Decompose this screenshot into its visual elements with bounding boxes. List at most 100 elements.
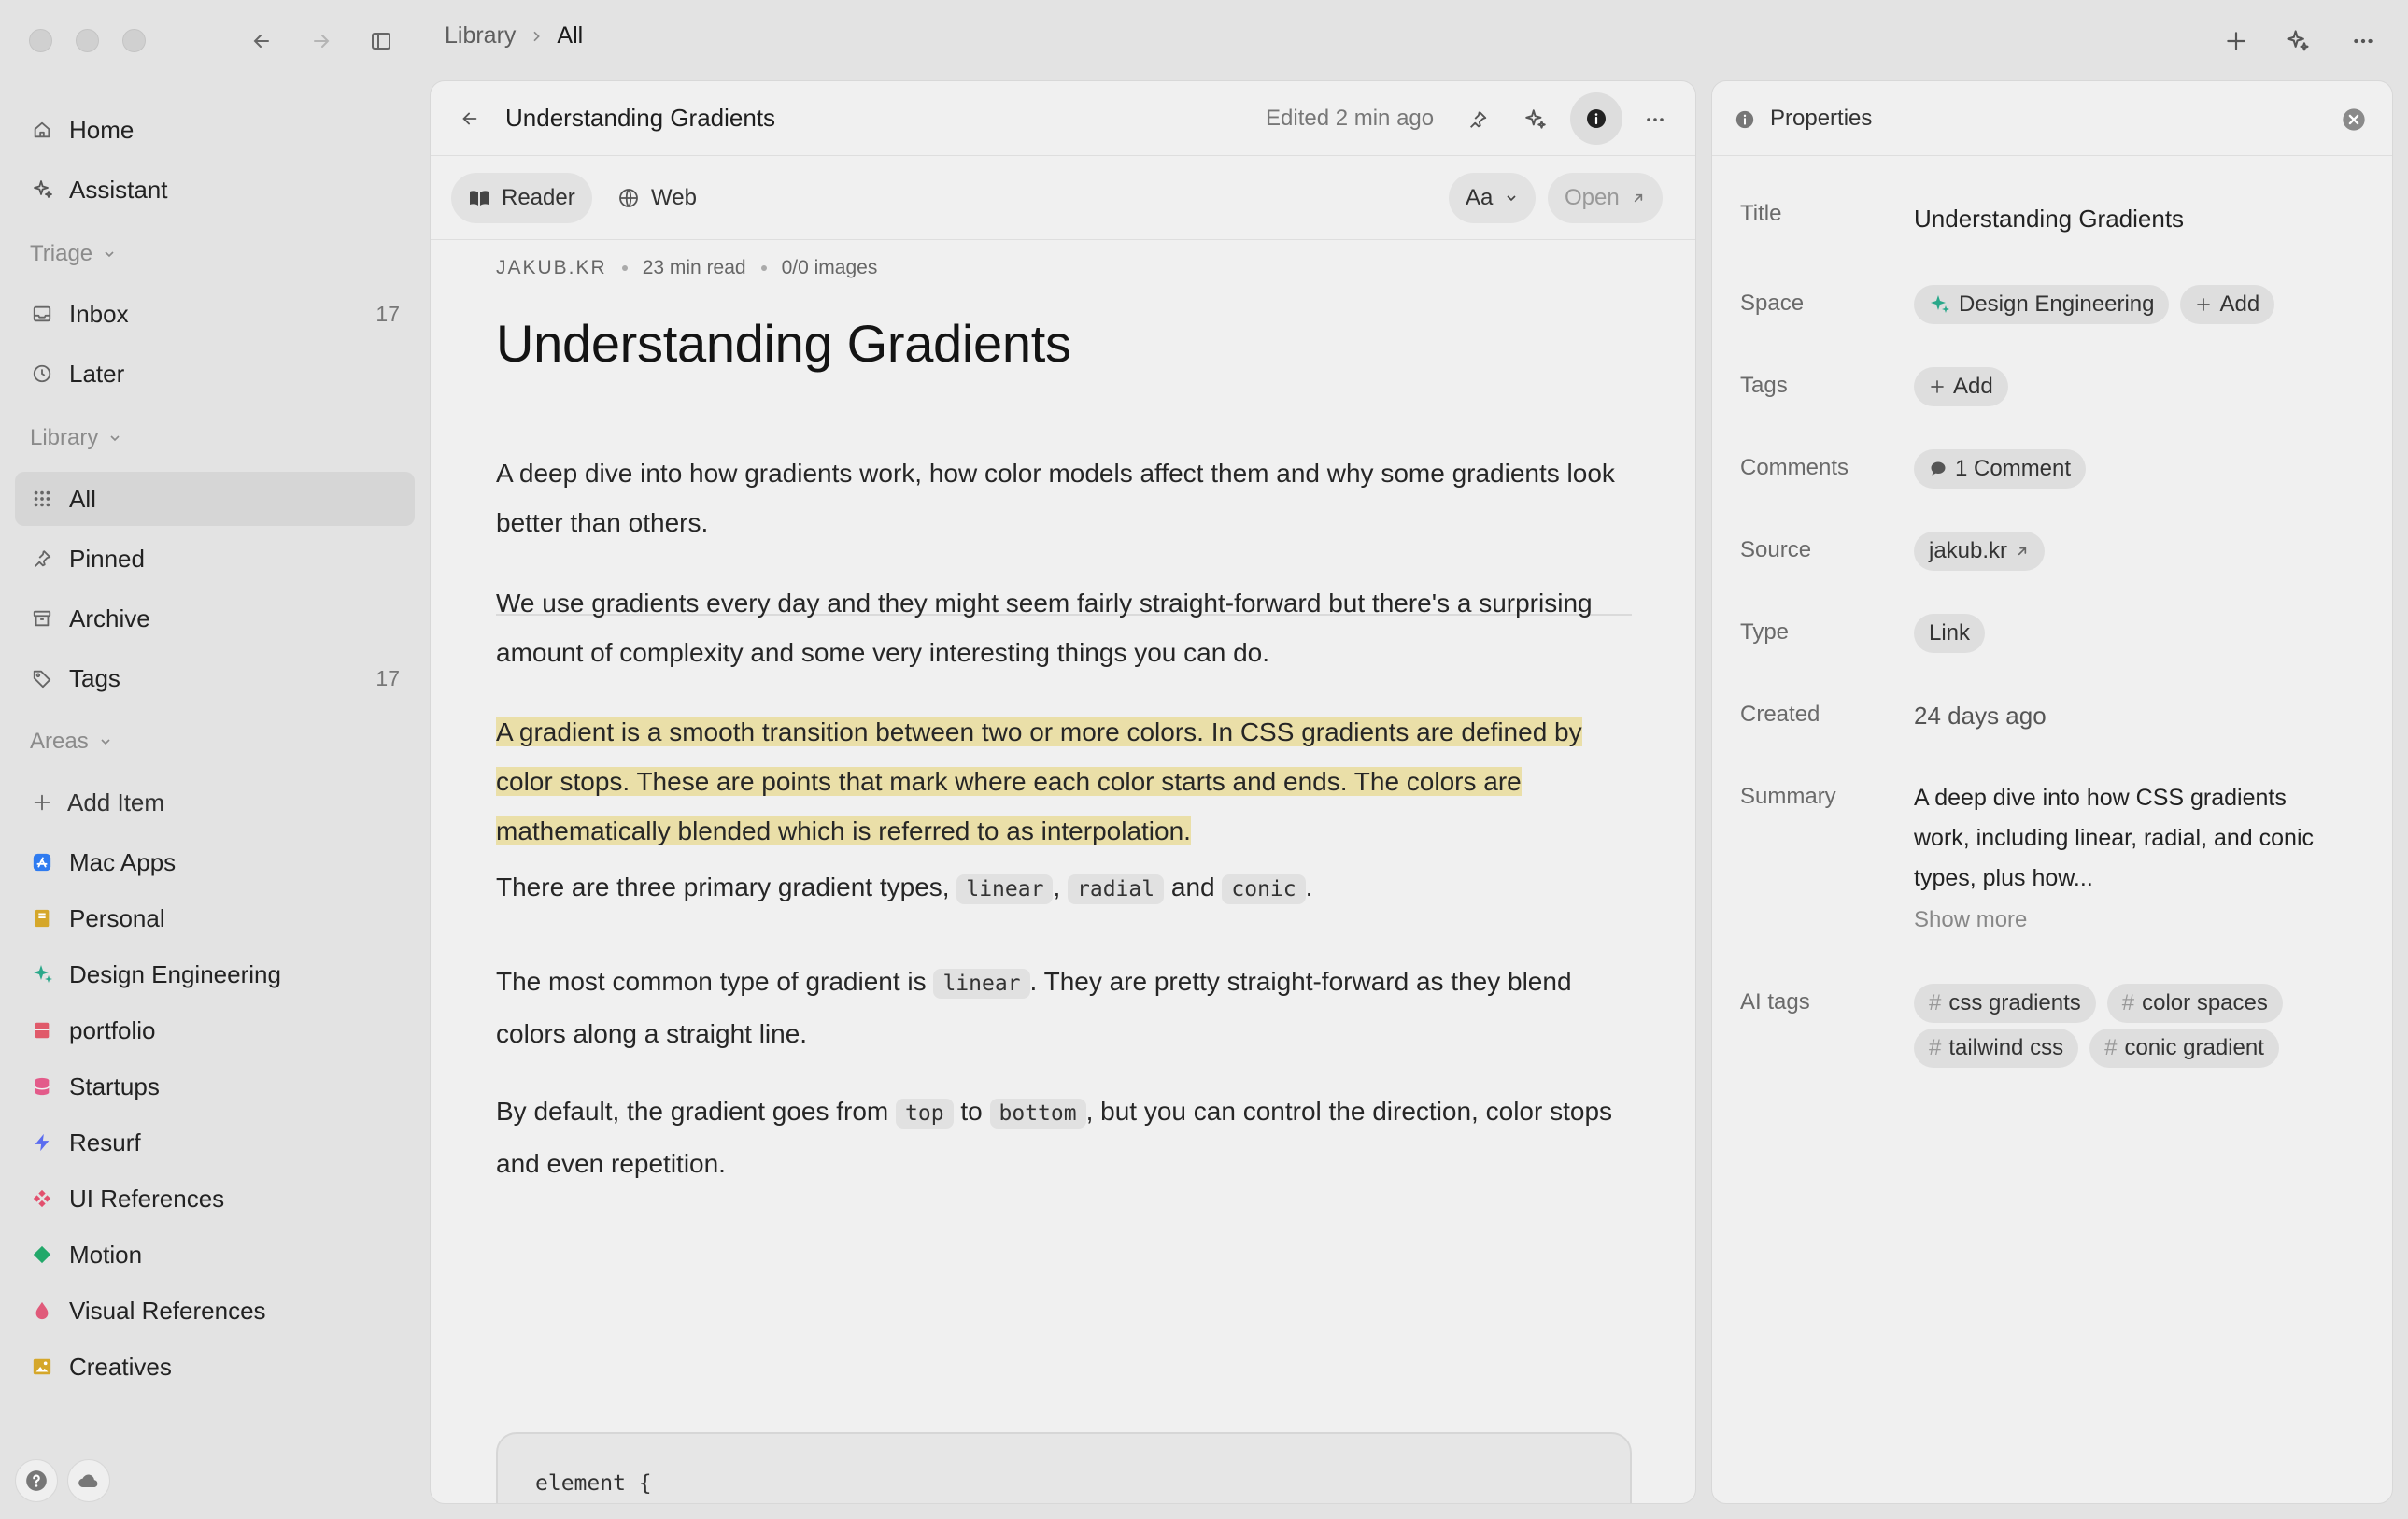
sparkle-icon: [34, 965, 52, 983]
font-settings-button[interactable]: Aa: [1449, 173, 1537, 223]
type-label: Type: [1740, 619, 1790, 645]
plus-icon: [34, 794, 50, 811]
sidebar-area-portfolio[interactable]: portfolio: [15, 1003, 415, 1058]
breadcrumb-all[interactable]: All: [557, 22, 583, 50]
reader-back-button[interactable]: [449, 98, 490, 139]
ai-tag-chip[interactable]: # tailwind css: [1914, 1029, 2079, 1068]
assistant-button[interactable]: [2277, 21, 2318, 62]
sidebar-item-label: Creatives: [69, 1352, 172, 1381]
sidebar-item-pinned[interactable]: Pinned: [15, 532, 415, 586]
sidebar-item-later[interactable]: Later: [15, 347, 415, 401]
code-bottom: bottom: [989, 1099, 1086, 1129]
close-window-button[interactable]: [29, 29, 52, 52]
section-header-triage[interactable]: Triage: [30, 241, 117, 267]
edited-timestamp: Edited 2 min ago: [1266, 106, 1435, 131]
info-toggle-button[interactable]: [1570, 92, 1622, 145]
text: to: [953, 1097, 990, 1126]
minimize-window-button[interactable]: [76, 29, 99, 52]
home-icon: [34, 121, 50, 138]
pin-icon: [1470, 111, 1487, 128]
sidebar-item-tags[interactable]: Tags 17: [15, 651, 415, 705]
forward-button[interactable]: [301, 21, 342, 62]
reader-more-button[interactable]: [1636, 100, 1675, 139]
sidebar-item-label: Mac Apps: [69, 847, 177, 876]
text: There are three primary gradient types,: [496, 873, 957, 901]
ai-tag-chip[interactable]: # conic gradient: [2089, 1029, 2279, 1068]
paragraph-5: The most common type of gradient is line…: [496, 957, 1645, 1058]
sidebar-area-startups[interactable]: Startups: [15, 1059, 415, 1114]
more-options-button[interactable]: [2343, 21, 2384, 62]
sidebar-item-all[interactable]: All: [15, 472, 415, 526]
sidebar-area-design-engineering[interactable]: Design Engineering: [15, 947, 415, 1001]
reader-mode-button[interactable]: Reader: [451, 173, 592, 223]
add-tag-button[interactable]: Add: [1914, 367, 2008, 406]
section-label: Areas: [30, 729, 89, 754]
source-link[interactable]: jakub.kr: [1914, 532, 2046, 571]
help-button[interactable]: [15, 1459, 58, 1502]
text: The most common type of gradient is: [496, 967, 934, 996]
comments-chip[interactable]: 1 Comment: [1914, 449, 2087, 489]
add-item-button[interactable]: Add Item: [15, 775, 415, 830]
pin-icon: [35, 550, 51, 567]
components-icon: [33, 1189, 51, 1208]
sidebar-area-visual-references[interactable]: Visual References: [15, 1284, 415, 1338]
sidebar-area-mac-apps[interactable]: Mac Apps: [15, 835, 415, 889]
title-value[interactable]: Understanding Gradients: [1914, 205, 2184, 234]
close-properties-button[interactable]: [2340, 106, 2368, 134]
new-item-button[interactable]: [2216, 21, 2257, 62]
created-value: 24 days ago: [1914, 702, 2047, 730]
arrow-left-icon: [462, 112, 477, 125]
sidebar-area-personal[interactable]: Personal: [15, 891, 415, 945]
ai-tag-chip[interactable]: # css gradients: [1914, 984, 2096, 1023]
ai-assist-button[interactable]: [1516, 100, 1555, 139]
toggle-sidebar-button[interactable]: [361, 21, 402, 62]
sidebar-item-label: Archive: [69, 603, 150, 632]
image-icon: [33, 1358, 51, 1375]
section-header-library[interactable]: Library: [30, 425, 122, 451]
ellipsis-icon: [2354, 38, 2373, 44]
ai-tag-chip[interactable]: # color spaces: [2106, 984, 2283, 1023]
sidebar-item-label: Home: [69, 115, 135, 144]
sync-button[interactable]: [67, 1459, 110, 1502]
arrow-left-icon: [253, 35, 269, 48]
sidebar-item-home[interactable]: Home: [15, 103, 415, 157]
space-chip[interactable]: Design Engineering: [1914, 285, 2170, 324]
external-link-icon: [2018, 547, 2027, 556]
clock-icon: [33, 364, 51, 383]
archive-icon: [33, 610, 51, 627]
ai-tag-label: tailwind css: [1948, 1035, 2064, 1060]
show-more-link[interactable]: Show more: [1914, 907, 2027, 933]
sparkle-icon: [1931, 295, 1949, 313]
comments-count: 1 Comment: [1955, 456, 2072, 481]
comment-icon: [1931, 461, 1946, 476]
sidebar-item-label: portfolio: [69, 1015, 156, 1044]
sidebar-area-resurf[interactable]: Resurf: [15, 1115, 415, 1170]
add-space-button[interactable]: Add: [2180, 285, 2275, 324]
type-chip[interactable]: Link: [1914, 614, 1986, 653]
sidebar-area-motion[interactable]: Motion: [15, 1228, 415, 1282]
pin-button[interactable]: [1458, 100, 1497, 139]
sidebar-item-inbox[interactable]: Inbox 17: [15, 287, 415, 341]
tag-icon: [33, 670, 51, 689]
summary-value: A deep dive into how CSS gradients work,…: [1914, 785, 2315, 891]
bolt-icon: [35, 1133, 50, 1152]
sidebar-area-creatives[interactable]: Creatives: [15, 1340, 415, 1394]
close-icon: [2343, 108, 2365, 131]
ellipsis-icon: [1647, 118, 1664, 121]
sidebar-icon: [372, 33, 390, 50]
open-original-button[interactable]: Open: [1548, 173, 1663, 223]
read-time: 23 min read: [642, 257, 746, 278]
sidebar-item-archive[interactable]: Archive: [15, 591, 415, 646]
sidebar-item-assistant[interactable]: Assistant: [15, 163, 415, 217]
zoom-window-button[interactable]: [122, 29, 146, 52]
hash-symbol: #: [1929, 990, 1942, 1015]
breadcrumb-library[interactable]: Library: [445, 22, 516, 50]
sidebar-area-ui-references[interactable]: UI References: [15, 1171, 415, 1226]
paragraph-4: There are three primary gradient types, …: [496, 862, 1645, 915]
section-header-areas[interactable]: Areas: [30, 729, 113, 755]
web-mode-button[interactable]: Web: [601, 173, 714, 223]
code-radial: radial: [1068, 874, 1165, 904]
back-button[interactable]: [241, 21, 282, 62]
book-icon: [470, 191, 489, 206]
highlight[interactable]: A gradient is a smooth transition betwee…: [496, 717, 1582, 845]
